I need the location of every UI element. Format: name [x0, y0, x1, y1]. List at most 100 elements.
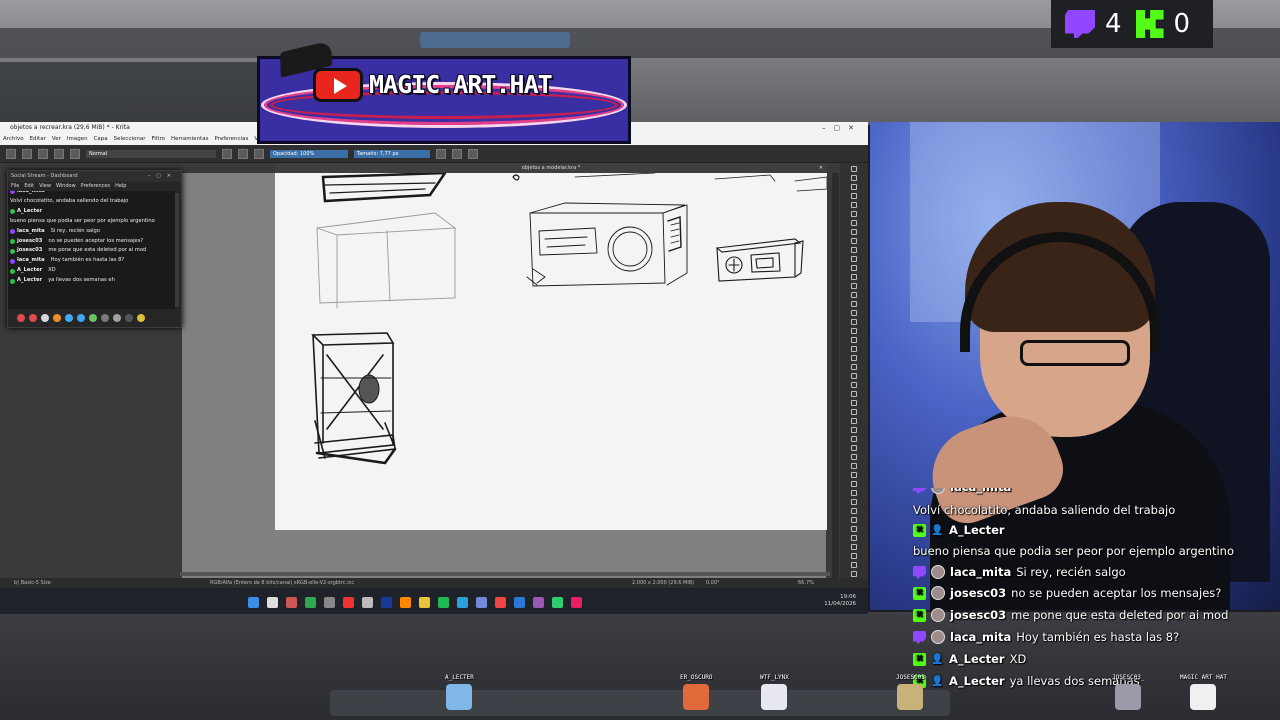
- taskbar-app-icon[interactable]: [457, 597, 468, 608]
- taskbar-app-icon[interactable]: [533, 597, 544, 608]
- taskbar-app-icon[interactable]: [381, 597, 392, 608]
- social-stream-scrollbar[interactable]: [175, 193, 179, 307]
- social-menu-file[interactable]: File: [11, 182, 19, 191]
- window-controls[interactable]: –▢✕: [822, 122, 862, 134]
- filter-icon[interactable]: [77, 314, 85, 322]
- tool-icon[interactable]: [851, 544, 857, 550]
- taskbar-app-icon[interactable]: [571, 597, 582, 608]
- tool-icon[interactable]: [851, 454, 857, 460]
- tool-icon[interactable]: [851, 283, 857, 289]
- settings-icon[interactable]: [41, 314, 49, 322]
- opacity-slider[interactable]: Opacidad: 100%: [270, 149, 348, 158]
- social-menu-window[interactable]: Window: [56, 182, 76, 191]
- pattern-icon[interactable]: [70, 148, 80, 159]
- save-icon[interactable]: [38, 148, 48, 159]
- tool-icon[interactable]: [851, 292, 857, 298]
- horizontal-scrollbar[interactable]: [180, 572, 830, 576]
- tool-icon[interactable]: [851, 310, 857, 316]
- taskbar-app-icon[interactable]: [286, 597, 297, 608]
- menu-item-herramientas[interactable]: Herramientas: [171, 134, 208, 145]
- tool-icon[interactable]: [851, 373, 857, 379]
- size-slider[interactable]: Tamaño: 7,77 px: [354, 149, 430, 158]
- tool-icon[interactable]: [851, 436, 857, 442]
- document-tab[interactable]: objetos a modelar.kra * ✕: [275, 163, 827, 173]
- tool-icon[interactable]: [851, 193, 857, 199]
- menu-item-ver[interactable]: Ver: [52, 134, 61, 145]
- new-doc-icon[interactable]: [6, 148, 16, 159]
- menu-item-archivo[interactable]: Archivo: [3, 134, 24, 145]
- tool-icon[interactable]: [851, 175, 857, 181]
- preserve-alpha-icon[interactable]: [238, 148, 248, 159]
- tool-icon[interactable]: [851, 184, 857, 190]
- taskbar-app-icon[interactable]: [267, 597, 278, 608]
- wrap-icon[interactable]: [452, 148, 462, 159]
- tool-icon[interactable]: [851, 355, 857, 361]
- tool-icon[interactable]: [851, 265, 857, 271]
- drawing-canvas[interactable]: [275, 173, 827, 530]
- tool-icon[interactable]: [851, 553, 857, 559]
- tool-icon[interactable]: [851, 418, 857, 424]
- menu-item-seleccionar[interactable]: Seleccionar: [114, 134, 146, 145]
- tool-icon[interactable]: [851, 391, 857, 397]
- tool-icon[interactable]: [851, 409, 857, 415]
- chat-icon[interactable]: [65, 314, 73, 322]
- social-menu-help[interactable]: Help: [115, 182, 126, 191]
- menu-item-capa[interactable]: Capa: [94, 134, 108, 145]
- taskbar-clock[interactable]: 19:06 11/04/2026: [824, 594, 856, 608]
- brush-icon[interactable]: [468, 148, 478, 159]
- gradient-icon[interactable]: [54, 148, 64, 159]
- tool-icon[interactable]: [851, 562, 857, 568]
- tool-icon[interactable]: [851, 382, 857, 388]
- tool-icon[interactable]: [851, 445, 857, 451]
- menu-item-preferencias[interactable]: Preferencias: [214, 134, 248, 145]
- close-tab-icon[interactable]: ✕: [819, 163, 823, 173]
- open-icon[interactable]: [22, 148, 32, 159]
- tool-icon[interactable]: [851, 319, 857, 325]
- taskbar-app-icon[interactable]: [324, 597, 335, 608]
- tool-icon[interactable]: [851, 427, 857, 433]
- social-menu-view[interactable]: View: [39, 182, 51, 191]
- eraser-icon[interactable]: [222, 148, 232, 159]
- status-zoom[interactable]: 66,7%: [798, 578, 814, 588]
- taskbar-app-icon[interactable]: [419, 597, 430, 608]
- taskbar-app-icon[interactable]: [552, 597, 563, 608]
- sound-icon[interactable]: [113, 314, 121, 322]
- tool-icon[interactable]: [851, 508, 857, 514]
- social-menu-preferences[interactable]: Preferences: [81, 182, 110, 191]
- taskbar-app-icon[interactable]: [305, 597, 316, 608]
- tool-icon[interactable]: [851, 490, 857, 496]
- taskbar-app-icon[interactable]: [362, 597, 373, 608]
- record-icon[interactable]: [17, 314, 25, 322]
- tool-icon[interactable]: [851, 535, 857, 541]
- menu-item-filtro[interactable]: Filtro: [152, 134, 165, 145]
- tool-icon[interactable]: [851, 481, 857, 487]
- tool-icon[interactable]: [851, 472, 857, 478]
- tool-icon[interactable]: [851, 517, 857, 523]
- taskbar-app-icon[interactable]: [495, 597, 506, 608]
- tool-icon[interactable]: [851, 238, 857, 244]
- tool-icon[interactable]: [851, 526, 857, 532]
- taskbar-app-icon[interactable]: [343, 597, 354, 608]
- tool-icon[interactable]: [851, 256, 857, 262]
- keyboard-icon[interactable]: [125, 314, 133, 322]
- tool-icon[interactable]: [851, 328, 857, 334]
- social-menu-edit[interactable]: Edit: [24, 182, 34, 191]
- vertical-scrollbar[interactable]: [832, 173, 839, 578]
- tool-icon[interactable]: [851, 202, 857, 208]
- taskbar-app-icon[interactable]: [438, 597, 449, 608]
- gear-icon[interactable]: [101, 314, 109, 322]
- tool-icon[interactable]: [851, 499, 857, 505]
- menu-item-editar[interactable]: Editar: [30, 134, 46, 145]
- tool-icon[interactable]: [851, 220, 857, 226]
- tool-icon[interactable]: [851, 463, 857, 469]
- social-stream-window-controls[interactable]: –▢✕: [148, 171, 177, 182]
- tool-icon[interactable]: [851, 364, 857, 370]
- tool-icon[interactable]: [851, 166, 857, 172]
- status-brush[interactable]: b) Basic-5 Size: [14, 578, 51, 588]
- tool-icon[interactable]: [851, 337, 857, 343]
- tool-icon[interactable]: [851, 400, 857, 406]
- smile-icon[interactable]: [89, 314, 97, 322]
- tool-icon[interactable]: [851, 346, 857, 352]
- blend-mode-select[interactable]: Normal: [86, 149, 216, 158]
- pause-icon[interactable]: [29, 314, 37, 322]
